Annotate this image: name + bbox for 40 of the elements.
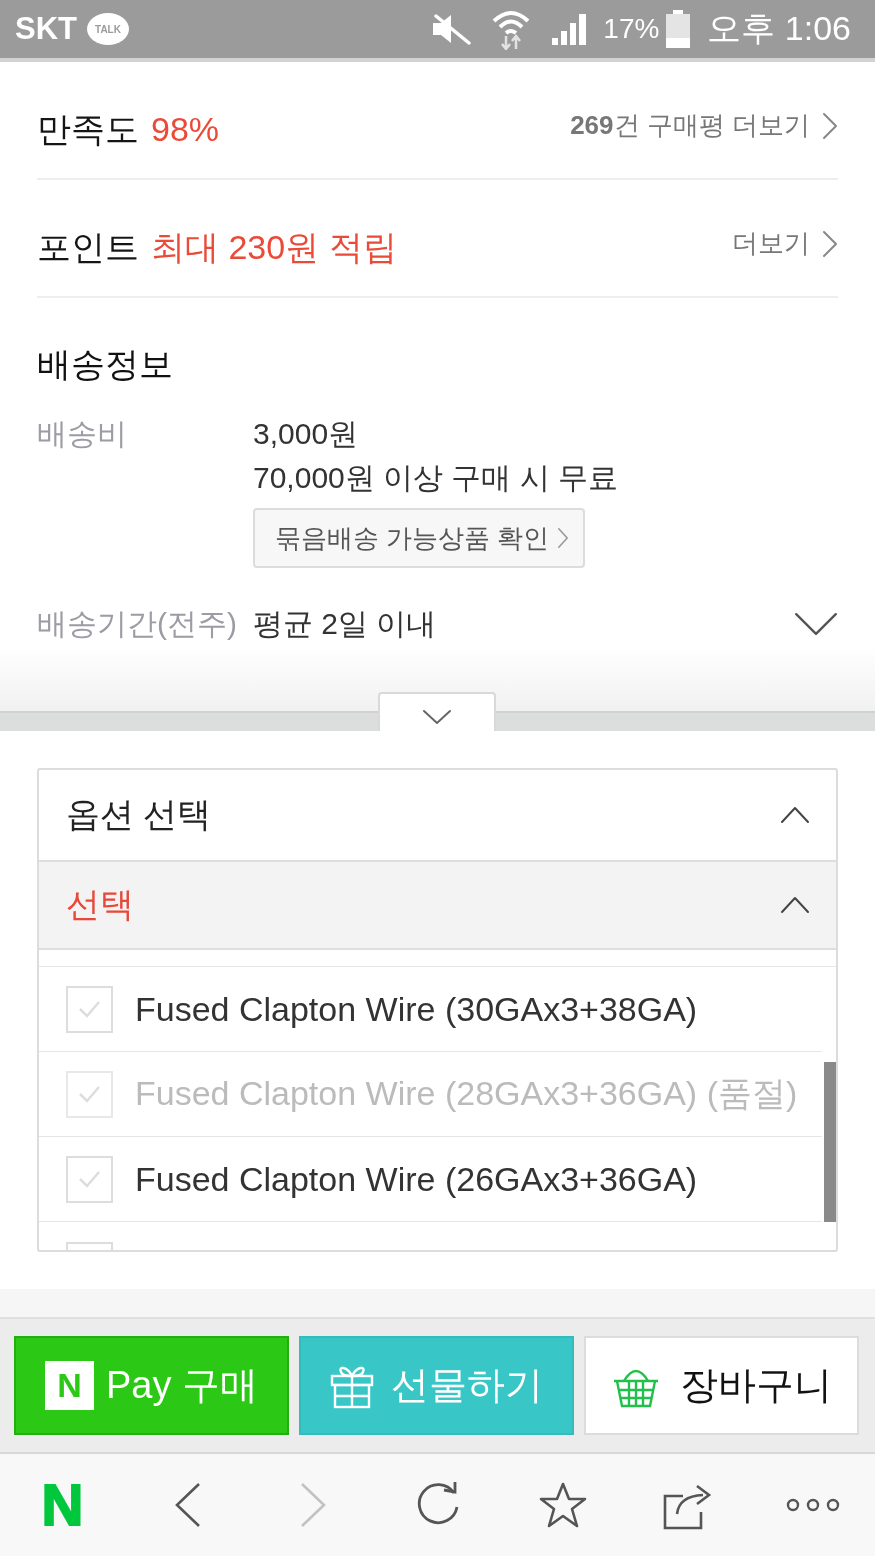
checkbox[interactable]	[66, 1242, 113, 1250]
option-item[interactable]: Fused Clapton Wire (30GAx3+38GA)	[39, 967, 822, 1052]
more-link[interactable]: 더보기	[732, 223, 838, 264]
more-link[interactable]: 269건 구매평 더보기	[570, 105, 838, 146]
battery-icon	[665, 10, 692, 48]
field-label: 배송기간(전주)	[37, 606, 238, 642]
talk-badge: TALK	[87, 13, 129, 45]
row-label: 만족도	[37, 109, 139, 150]
row-label: 포인트	[37, 227, 139, 268]
row-value: 최대 230원 적립	[151, 227, 397, 268]
back-icon[interactable]	[173, 1482, 202, 1528]
checkmark-icon	[78, 1170, 101, 1188]
checkmark-icon	[78, 1000, 101, 1018]
chevron-right-icon	[822, 229, 838, 258]
section-title: 배송정보	[37, 344, 174, 385]
field-value: 70,000원 이상 구매 시 무료	[253, 460, 619, 496]
row-value: 98%	[151, 109, 220, 150]
bundle-shipping-button[interactable]: 묶음배송 가능상품 확인	[253, 508, 585, 568]
carrier-name: SKT	[15, 11, 77, 47]
field-label: 배송비	[37, 416, 128, 452]
chevron-right-icon	[822, 111, 838, 140]
chevron-right-icon	[557, 527, 570, 549]
field-value: 3,000원	[253, 416, 359, 452]
more-icon[interactable]	[785, 1498, 840, 1512]
select-dropdown[interactable]: 선택	[39, 862, 836, 950]
wifi-icon	[491, 8, 532, 50]
option-item[interactable]: Fused Clapton Wire (26GAx3+36GA)	[39, 1137, 822, 1222]
field-value: 평균 2일 이내	[253, 606, 438, 642]
checkmark-icon	[78, 1085, 101, 1103]
checkbox[interactable]	[66, 985, 113, 1033]
cart-button[interactable]: 장바구니	[584, 1336, 859, 1435]
star-icon[interactable]	[537, 1481, 588, 1529]
chevron-up-icon[interactable]	[780, 806, 810, 824]
n-logo: N	[44, 1361, 94, 1410]
clock-time: 오후 1:06	[707, 8, 851, 49]
checkbox[interactable]	[66, 1155, 113, 1203]
mute-icon	[431, 13, 472, 45]
chevron-down-icon[interactable]	[794, 612, 838, 636]
battery-percent: 17%	[603, 13, 660, 45]
panel-title: 옵션 선택	[66, 794, 212, 835]
